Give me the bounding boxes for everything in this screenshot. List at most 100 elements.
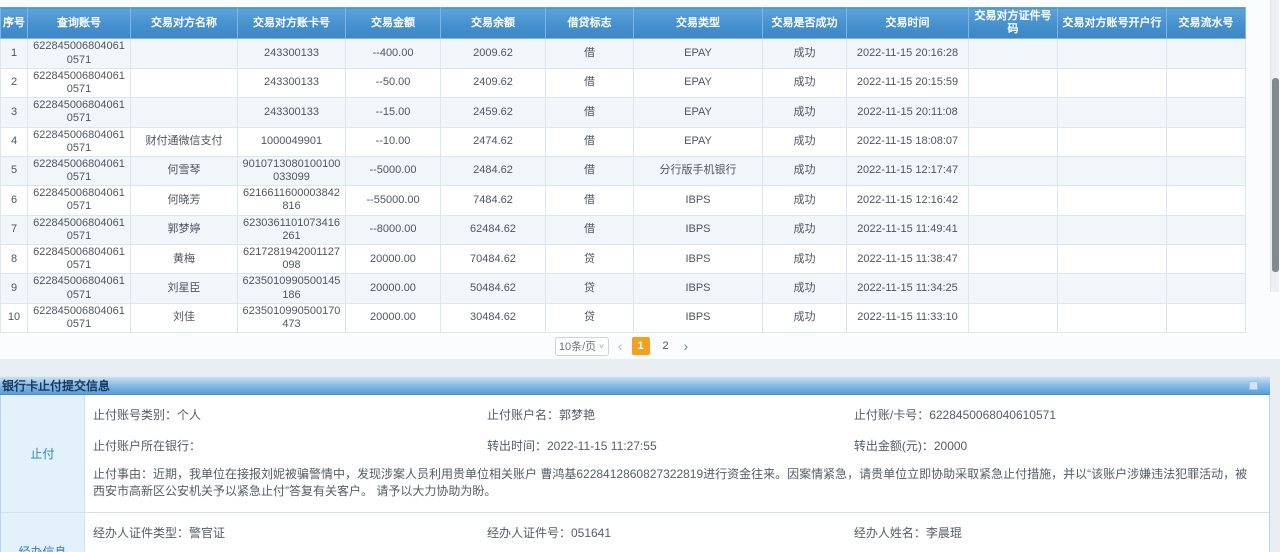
table-cell: 财付通微信支付	[131, 127, 238, 156]
column-header: 借贷标志	[546, 8, 634, 39]
table-cell: EPAY	[634, 39, 763, 68]
table-cell: 7484.62	[441, 186, 546, 215]
reason-text: 近期，我单位在接报刘妮被骗警情中，发现涉案人员利用贵单位相关账户 曹鸿基6228…	[93, 467, 1247, 498]
handler-id-type-field: 经办人证件类型：警官证	[93, 524, 487, 541]
table-cell: 成功	[763, 303, 847, 332]
table-row: 46228450068040610571财付通微信支付1000049901--1…	[1, 127, 1246, 156]
table-cell: 6230361101073416261	[238, 215, 346, 244]
handler-id-number-field: 经办人证件号：051641	[487, 524, 854, 541]
field-value: 警官证	[189, 526, 225, 540]
stop-card-number-field: 止付账/卡号：6228450068040610571	[854, 406, 1269, 423]
stop-payment-section-bar: 银行卡止付提交信息	[0, 376, 1270, 395]
table-cell	[1058, 215, 1167, 244]
table-cell: 1000049901	[238, 127, 346, 156]
table-cell: 2022-11-15 12:17:47	[847, 156, 969, 185]
column-header: 交易余额	[441, 8, 546, 39]
reason-label: 止付事由：	[93, 467, 153, 481]
table-cell: 9	[1, 274, 28, 303]
table-cell: 6	[1, 186, 28, 215]
table-cell: 2022-11-15 12:16:42	[847, 186, 969, 215]
table-cell: 郭梦婷	[131, 215, 238, 244]
field-value: 个人	[177, 408, 201, 422]
table-cell: 243300133	[238, 98, 346, 127]
table-cell: 2022-11-15 18:08:07	[847, 127, 969, 156]
table-header-row: 序号查询账号交易对方名称交易对方账卡号交易金额交易余额借贷标志交易类型交易是否成…	[1, 8, 1246, 39]
table-cell	[969, 98, 1058, 127]
column-header: 交易对方账号开户行	[1058, 8, 1167, 39]
page-number-2[interactable]: 2	[657, 337, 675, 355]
table-cell	[131, 39, 238, 68]
table-row: 36228450068040610571243300133--15.002459…	[1, 98, 1246, 127]
column-header: 交易对方名称	[131, 8, 238, 39]
column-header: 交易金额	[346, 8, 441, 39]
table-cell: 贷	[546, 245, 634, 274]
table-cell	[969, 156, 1058, 185]
table-cell: 2022-11-15 11:49:41	[847, 215, 969, 244]
table-cell: 2022-11-15 20:16:28	[847, 39, 969, 68]
table-cell: 8	[1, 245, 28, 274]
table-cell	[1058, 68, 1167, 97]
field-value: 051641	[571, 526, 611, 540]
field-label: 经办人姓名：	[854, 526, 926, 540]
field-value: 20000	[934, 439, 967, 453]
table-cell: 成功	[763, 274, 847, 303]
table-cell	[1167, 98, 1246, 127]
table-row: 76228450068040610571郭梦婷62303611010734162…	[1, 215, 1246, 244]
table-cell: 成功	[763, 186, 847, 215]
table-cell: 成功	[763, 215, 847, 244]
table-cell: 50484.62	[441, 274, 546, 303]
table-cell: EPAY	[634, 98, 763, 127]
field-value: 李晨琨	[926, 526, 962, 540]
table-cell	[969, 68, 1058, 97]
field-label: 经办人证件号：	[487, 526, 571, 540]
transactions-table-body: 16228450068040610571243300133--400.00200…	[1, 39, 1246, 333]
table-cell: 30484.62	[441, 303, 546, 332]
stop-account-name-field: 止付账户名：郭梦艳	[487, 406, 854, 423]
table-cell	[969, 303, 1058, 332]
table-cell	[969, 274, 1058, 303]
table-cell	[1167, 245, 1246, 274]
table-row: 66228450068040610571何晓芳62166116000038428…	[1, 186, 1246, 215]
table-cell: 70484.62	[441, 245, 546, 274]
column-header: 查询账号	[28, 8, 131, 39]
table-cell: 借	[546, 39, 634, 68]
transfer-time-field: 转出时间：2022-11-15 11:27:55	[487, 437, 854, 454]
table-cell: 2022-11-15 20:11:08	[847, 98, 969, 127]
table-cell: 成功	[763, 98, 847, 127]
next-page-button[interactable]: ›	[682, 339, 691, 353]
table-cell: 2459.62	[441, 98, 546, 127]
table-cell: 6228450068040610571	[28, 98, 131, 127]
table-cell: 6228450068040610571	[28, 127, 131, 156]
table-cell	[1058, 186, 1167, 215]
table-cell: --400.00	[346, 39, 441, 68]
prev-page-button[interactable]: ‹	[616, 339, 625, 353]
field-label: 转出时间：	[487, 439, 547, 453]
table-cell	[1167, 215, 1246, 244]
table-cell: 2409.62	[441, 68, 546, 97]
table-cell: --5000.00	[346, 156, 441, 185]
table-cell	[969, 39, 1058, 68]
table-cell: 10	[1, 303, 28, 332]
table-cell: 7	[1, 215, 28, 244]
table-cell	[1167, 303, 1246, 332]
table-row: 106228450068040610571刘佳62350109905001704…	[1, 303, 1246, 332]
field-value: 6228450068040610571	[929, 408, 1056, 422]
scrollbar-thumb[interactable]	[1272, 78, 1279, 272]
table-cell	[1058, 156, 1167, 185]
transactions-panel: 序号查询账号交易对方名称交易对方账卡号交易金额交易余额借贷标志交易类型交易是否成…	[0, 0, 1280, 359]
vertical-scrollbar[interactable]	[1270, 0, 1279, 292]
table-cell: EPAY	[634, 68, 763, 97]
table-cell: 6228450068040610571	[28, 303, 131, 332]
chevron-left-icon: ‹	[618, 338, 623, 354]
collapse-icon[interactable]	[1249, 381, 1258, 390]
table-cell: 借	[546, 98, 634, 127]
table-cell: 2474.62	[441, 127, 546, 156]
table-cell	[1167, 156, 1246, 185]
field-label: 止付账户名：	[487, 408, 559, 422]
page-size-select[interactable]: 10条/页 ∨	[555, 337, 609, 356]
table-cell: 2484.62	[441, 156, 546, 185]
page-number-1[interactable]: 1	[632, 337, 650, 355]
table-cell: 6228450068040610571	[28, 245, 131, 274]
table-cell	[1058, 98, 1167, 127]
table-cell: 何雪琴	[131, 156, 238, 185]
